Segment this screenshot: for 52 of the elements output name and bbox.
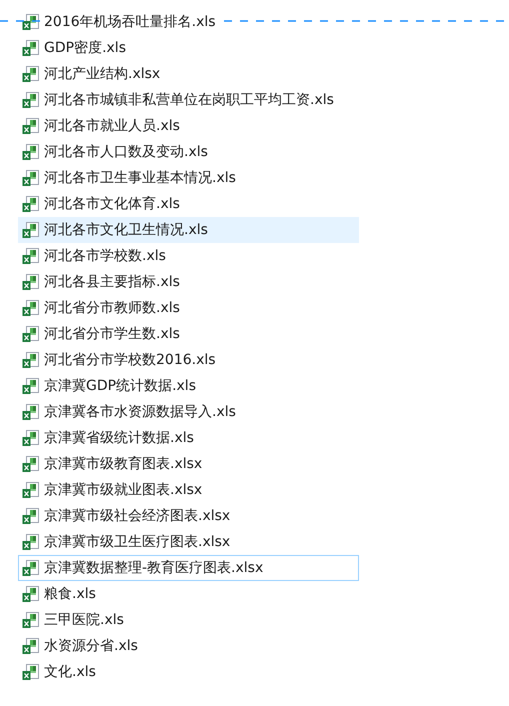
spreadsheet-file-icon — [22, 195, 40, 213]
file-list-item[interactable]: 京津冀市级就业图表.xlsx — [18, 477, 359, 503]
spreadsheet-file-icon — [22, 585, 40, 603]
file-list-item[interactable]: 河北各市文化卫生情况.xls — [18, 217, 359, 243]
file-list-item[interactable]: 2016年机场吞吐量排名.xls — [18, 9, 359, 35]
spreadsheet-file-icon — [22, 117, 40, 135]
file-list-item[interactable]: 京津冀数据整理-教育医疗图表.xlsx — [18, 555, 359, 581]
file-list-item[interactable]: 河北各县主要指标.xls — [18, 269, 359, 295]
file-list-item[interactable]: GDP密度.xls — [18, 35, 359, 61]
spreadsheet-file-icon — [22, 13, 40, 31]
spreadsheet-file-icon — [22, 507, 40, 525]
file-list-item[interactable]: 文化.xls — [18, 659, 359, 685]
file-list-item[interactable]: 河北省分市学生数.xls — [18, 321, 359, 347]
file-list-item[interactable]: 京津冀市级卫生医疗图表.xlsx — [18, 529, 359, 555]
file-list-item[interactable]: 河北各市学校数.xls — [18, 243, 359, 269]
spreadsheet-file-icon — [22, 39, 40, 57]
spreadsheet-file-icon — [22, 65, 40, 83]
spreadsheet-file-icon — [22, 637, 40, 655]
spreadsheet-file-icon — [22, 299, 40, 317]
spreadsheet-file-icon — [22, 143, 40, 161]
file-list-item[interactable]: 京津冀市级社会经济图表.xlsx — [18, 503, 359, 529]
spreadsheet-file-icon — [22, 611, 40, 629]
spreadsheet-file-icon — [22, 273, 40, 291]
file-list-item[interactable]: 河北各市就业人员.xls — [18, 113, 359, 139]
file-list-item[interactable]: 三甲医院.xls — [18, 607, 359, 633]
spreadsheet-file-icon — [22, 533, 40, 551]
spreadsheet-file-icon — [22, 169, 40, 187]
file-list-item[interactable]: 河北产业结构.xlsx — [18, 61, 359, 87]
file-list-item[interactable]: 河北各市文化体育.xls — [18, 191, 359, 217]
spreadsheet-file-icon — [22, 429, 40, 447]
file-list-item[interactable]: 粮食.xls — [18, 581, 359, 607]
file-list-item[interactable]: 京津冀市级教育图表.xlsx — [18, 451, 359, 477]
file-list-item[interactable]: 京津冀省级统计数据.xls — [18, 425, 359, 451]
spreadsheet-file-icon — [22, 559, 40, 577]
file-list-item[interactable]: 京津冀GDP统计数据.xls — [18, 373, 359, 399]
file-list-item[interactable]: 河北各市人口数及变动.xls — [18, 139, 359, 165]
spreadsheet-file-icon — [22, 455, 40, 473]
spreadsheet-file-icon — [22, 91, 40, 109]
file-list-item[interactable]: 河北各市卫生事业基本情况.xls — [18, 165, 359, 191]
spreadsheet-file-icon — [22, 481, 40, 499]
spreadsheet-file-icon — [22, 247, 40, 265]
file-list-item[interactable]: 河北各市城镇非私营单位在岗职工平均工资.xls — [18, 87, 359, 113]
spreadsheet-file-icon — [22, 325, 40, 343]
spreadsheet-file-icon — [22, 377, 40, 395]
spreadsheet-file-icon — [22, 403, 40, 421]
spreadsheet-file-icon — [22, 663, 40, 681]
spreadsheet-file-icon — [22, 221, 40, 239]
file-list-item[interactable]: 河北省分市教师数.xls — [18, 295, 359, 321]
spreadsheet-file-icon — [22, 351, 40, 369]
file-list-item[interactable]: 京津冀各市水资源数据导入.xls — [18, 399, 359, 425]
file-list-item[interactable]: 河北省分市学校数2016.xls — [18, 347, 359, 373]
file-list-item[interactable]: 水资源分省.xls — [18, 633, 359, 659]
